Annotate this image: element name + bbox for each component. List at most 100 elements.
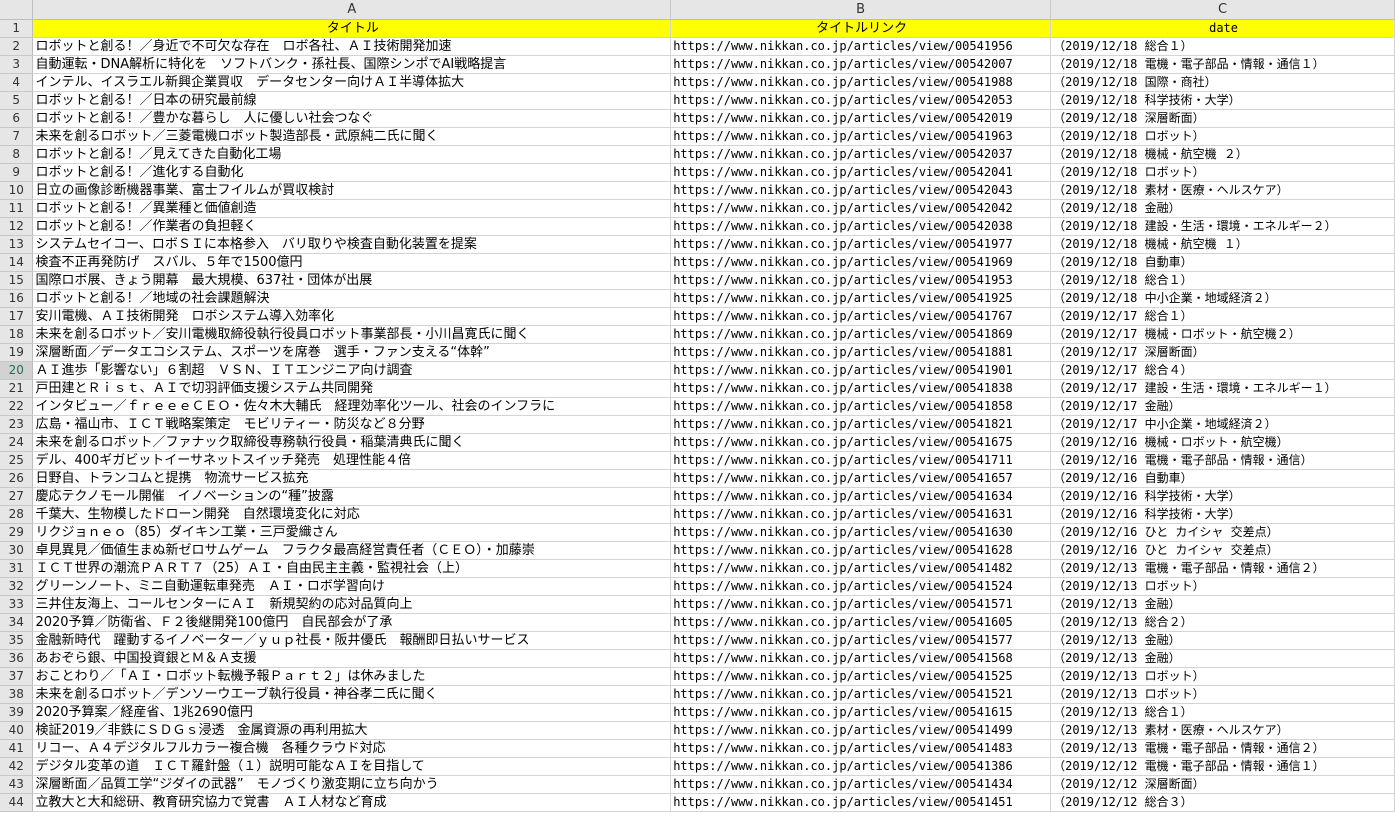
cell-title[interactable]: 戸田建とＲｉｓｔ、ＡＩで切羽評価支援システム共同開発 bbox=[32, 379, 672, 398]
row-header[interactable]: 10 bbox=[0, 181, 34, 200]
column-header-b[interactable]: B bbox=[670, 0, 1052, 20]
cell-link[interactable]: https://www.nikkan.co.jp/articles/view/0… bbox=[670, 775, 1052, 794]
cell-date[interactable]: （2019/12/18 機械・航空機 １） bbox=[1050, 235, 1395, 254]
cell-link[interactable]: https://www.nikkan.co.jp/articles/view/0… bbox=[670, 613, 1052, 632]
cell-link[interactable]: https://www.nikkan.co.jp/articles/view/0… bbox=[670, 271, 1052, 290]
row-header[interactable]: 6 bbox=[0, 109, 34, 128]
cell-date[interactable]: （2019/12/13 ロボット） bbox=[1050, 577, 1395, 596]
cell-title[interactable]: ロボットと創る！／進化する自動化 bbox=[32, 163, 672, 182]
row-header[interactable]: 40 bbox=[0, 721, 34, 740]
row-header[interactable]: 30 bbox=[0, 541, 34, 560]
cell-link[interactable]: https://www.nikkan.co.jp/articles/view/0… bbox=[670, 595, 1052, 614]
cell-link[interactable]: https://www.nikkan.co.jp/articles/view/0… bbox=[670, 199, 1052, 218]
row-header[interactable]: 13 bbox=[0, 235, 34, 254]
cell-title[interactable]: 安川電機、ＡＩ技術開発 ロボシステム導入効率化 bbox=[32, 307, 672, 326]
cell-title[interactable]: デジタル変革の道 ＩＣＴ羅針盤（１）説明可能なＡＩを目指して bbox=[32, 757, 672, 776]
cell-link[interactable]: https://www.nikkan.co.jp/articles/view/0… bbox=[670, 91, 1052, 110]
cell-date[interactable]: （2019/12/13 金融） bbox=[1050, 595, 1395, 614]
cell-link[interactable]: https://www.nikkan.co.jp/articles/view/0… bbox=[670, 37, 1052, 56]
cell-title[interactable]: 日野自、トランコムと提携 物流サービス拡充 bbox=[32, 469, 672, 488]
cell-date[interactable]: （2019/12/16 科学技術・大学） bbox=[1050, 487, 1395, 506]
row-header[interactable]: 39 bbox=[0, 703, 34, 722]
cell-title[interactable]: 検査不正再発防げ スバル、５年で1500億円 bbox=[32, 253, 672, 272]
cell-date[interactable]: （2019/12/13 総合１） bbox=[1050, 703, 1395, 722]
cell-link[interactable]: https://www.nikkan.co.jp/articles/view/0… bbox=[670, 145, 1052, 164]
cell-date[interactable]: （2019/12/13 ロボット） bbox=[1050, 685, 1395, 704]
row-header[interactable]: 43 bbox=[0, 775, 34, 794]
cell-date[interactable]: （2019/12/17 機械・ロボット・航空機２） bbox=[1050, 325, 1395, 344]
row-header[interactable]: 26 bbox=[0, 469, 34, 488]
cell-date[interactable]: （2019/12/18 金融） bbox=[1050, 199, 1395, 218]
cell-link[interactable]: https://www.nikkan.co.jp/articles/view/0… bbox=[670, 523, 1052, 542]
cell-date[interactable]: （2019/12/17 建設・生活・環境・エネルギー１） bbox=[1050, 379, 1395, 398]
row-header[interactable]: 25 bbox=[0, 451, 34, 470]
row-header[interactable]: 4 bbox=[0, 73, 34, 92]
row-header[interactable]: 32 bbox=[0, 577, 34, 596]
row-header[interactable]: 8 bbox=[0, 145, 34, 164]
cell-title[interactable]: ロボットと創る！／地域の社会課題解決 bbox=[32, 289, 672, 308]
cell-date[interactable]: （2019/12/18 電機・電子部品・情報・通信１） bbox=[1050, 55, 1395, 74]
cell-link[interactable]: https://www.nikkan.co.jp/articles/view/0… bbox=[670, 703, 1052, 722]
cell-date[interactable]: （2019/12/16 ひと カイシャ 交差点） bbox=[1050, 523, 1395, 542]
cell-title[interactable]: 国際ロボ展、きょう開幕 最大規模、637社・団体が出展 bbox=[32, 271, 672, 290]
cell-title[interactable]: リクジョｎｅｏ（85）ダイキン工業・三戸愛織さん bbox=[32, 523, 672, 542]
cell-date[interactable]: （2019/12/18 国際・商社） bbox=[1050, 73, 1395, 92]
cell-title[interactable]: ＩＣＴ世界の潮流ＰＡＲＴ７（25）ＡＩ・自由民主主義・監視社会（上） bbox=[32, 559, 672, 578]
row-header[interactable]: 41 bbox=[0, 739, 34, 758]
cell-title[interactable]: 未来を創るロボット／デンソーウエーブ執行役員・神谷孝二氏に聞く bbox=[32, 685, 672, 704]
cell-date[interactable]: （2019/12/18 ロボット） bbox=[1050, 163, 1395, 182]
cell-date[interactable]: （2019/12/13 電機・電子部品・情報・通信２） bbox=[1050, 559, 1395, 578]
cell-link[interactable]: https://www.nikkan.co.jp/articles/view/0… bbox=[670, 289, 1052, 308]
cell-title[interactable]: 千葉大、生物模したドローン開発 自然環境変化に対応 bbox=[32, 505, 672, 524]
cell-link[interactable]: https://www.nikkan.co.jp/articles/view/0… bbox=[670, 667, 1052, 686]
row-header[interactable]: 19 bbox=[0, 343, 34, 362]
cell-link[interactable]: https://www.nikkan.co.jp/articles/view/0… bbox=[670, 685, 1052, 704]
cell-date[interactable]: （2019/12/12 総合３） bbox=[1050, 793, 1395, 812]
cell-link[interactable]: https://www.nikkan.co.jp/articles/view/0… bbox=[670, 397, 1052, 416]
row-header[interactable]: 27 bbox=[0, 487, 34, 506]
cell-title[interactable]: 未来を創るロボット／三菱電機ロボット製造部長・武原純二氏に聞く bbox=[32, 127, 672, 146]
select-all-corner[interactable] bbox=[0, 0, 34, 20]
cell-link[interactable]: https://www.nikkan.co.jp/articles/view/0… bbox=[670, 433, 1052, 452]
cell-link[interactable]: https://www.nikkan.co.jp/articles/view/0… bbox=[670, 109, 1052, 128]
cell-link[interactable]: https://www.nikkan.co.jp/articles/view/0… bbox=[670, 541, 1052, 560]
cell-link[interactable]: https://www.nikkan.co.jp/articles/view/0… bbox=[670, 505, 1052, 524]
cell-date[interactable]: （2019/12/12 電機・電子部品・情報・通信１） bbox=[1050, 757, 1395, 776]
cell-title[interactable]: グリーンノート、ミニ自動運転車発売 ＡＩ・ロボ学習向け bbox=[32, 577, 672, 596]
row-header[interactable]: 24 bbox=[0, 433, 34, 452]
row-header[interactable]: 23 bbox=[0, 415, 34, 434]
row-header[interactable]: 3 bbox=[0, 55, 34, 74]
cell-title[interactable]: 検証2019／非鉄にＳＤＧｓ浸透 金属資源の再利用拡大 bbox=[32, 721, 672, 740]
cell-date[interactable]: （2019/12/18 総合１） bbox=[1050, 37, 1395, 56]
column-header-c[interactable]: C bbox=[1050, 0, 1395, 20]
cell-date[interactable]: （2019/12/13 ロボット） bbox=[1050, 667, 1395, 686]
cell-date[interactable]: （2019/12/16 ひと カイシャ 交差点） bbox=[1050, 541, 1395, 560]
cell-date[interactable]: （2019/12/17 中小企業・地域経済２） bbox=[1050, 415, 1395, 434]
row-header[interactable]: 11 bbox=[0, 199, 34, 218]
cell-date[interactable]: （2019/12/18 ロボット） bbox=[1050, 127, 1395, 146]
cell-date[interactable]: （2019/12/13 総合２） bbox=[1050, 613, 1395, 632]
cell-title[interactable]: 慶応テクノモール開催 イノベーションの“種”披露 bbox=[32, 487, 672, 506]
cell-title[interactable]: リコー、Ａ４デジタルフルカラー複合機 各種クラウド対応 bbox=[32, 739, 672, 758]
cell-link[interactable]: https://www.nikkan.co.jp/articles/view/0… bbox=[670, 55, 1052, 74]
cell-link[interactable]: https://www.nikkan.co.jp/articles/view/0… bbox=[670, 415, 1052, 434]
cell-title[interactable]: ロボットと創る！／豊かな暮らし 人に優しい社会つなぐ bbox=[32, 109, 672, 128]
cell-title[interactable]: ロボットと創る！／作業者の負担軽く bbox=[32, 217, 672, 236]
cell-link[interactable]: https://www.nikkan.co.jp/articles/view/0… bbox=[670, 739, 1052, 758]
cell-date[interactable]: （2019/12/17 総合１） bbox=[1050, 307, 1395, 326]
cell-link[interactable]: https://www.nikkan.co.jp/articles/view/0… bbox=[670, 253, 1052, 272]
row-header[interactable]: 36 bbox=[0, 649, 34, 668]
cell-date[interactable]: （2019/12/12 深層断面） bbox=[1050, 775, 1395, 794]
cell-link[interactable]: https://www.nikkan.co.jp/articles/view/0… bbox=[670, 217, 1052, 236]
cell-title[interactable]: 日立の画像診断機器事業、富士フイルムが買収検討 bbox=[32, 181, 672, 200]
row-header[interactable]: 14 bbox=[0, 253, 34, 272]
cell-title[interactable]: システムセイコー、ロボＳＩに本格参入 バリ取りや検査自動化装置を提案 bbox=[32, 235, 672, 254]
row-header[interactable]: 1 bbox=[0, 19, 34, 38]
row-header[interactable]: 34 bbox=[0, 613, 34, 632]
cell-link[interactable]: https://www.nikkan.co.jp/articles/view/0… bbox=[670, 793, 1052, 812]
cell-date[interactable]: （2019/12/18 中小企業・地域経済２） bbox=[1050, 289, 1395, 308]
cell-title[interactable]: ＡＩ進歩「影響ない」６割超 ＶＳＮ、ＩＴエンジニア向け調査 bbox=[32, 361, 672, 380]
cell-date[interactable]: （2019/12/18 科学技術・大学） bbox=[1050, 91, 1395, 110]
row-header[interactable]: 31 bbox=[0, 559, 34, 578]
cell-title[interactable]: デル、400ギガビットイーサネットスイッチ発売 処理性能４倍 bbox=[32, 451, 672, 470]
